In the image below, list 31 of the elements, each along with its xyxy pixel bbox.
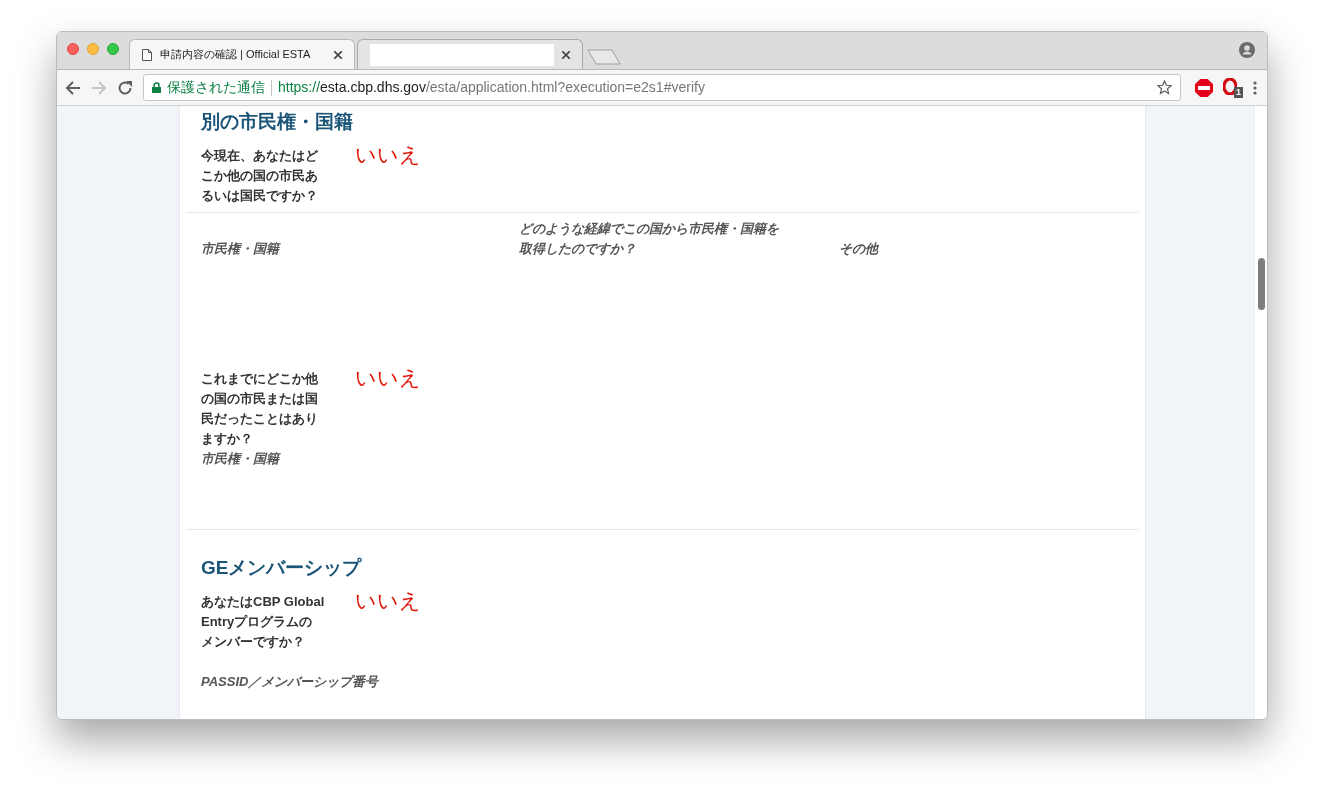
field-label: PASSID／メンバーシップ番号 [200, 673, 380, 691]
address-bar[interactable]: 保護された通信 https://esta.cbp.dhs.gov/esta/application.html?execution=e2s1#verify [143, 74, 1181, 101]
extension-icon[interactable] [1223, 77, 1237, 95]
url-text: https://esta.cbp.dhs.gov/esta/application.html?execution=e2s1#verify [278, 78, 705, 97]
browser-tab[interactable]: 申請内容の確認 | Official ESTA [129, 39, 355, 69]
question-text: 今現在、あなたはどこか他の国の市民あるいは国民ですか？ [201, 147, 319, 205]
star-icon[interactable] [1157, 80, 1172, 95]
column-header: 市民権・国籍 [201, 240, 279, 258]
profile-icon[interactable] [1239, 41, 1255, 58]
question-text: あなたはCBP Global Entryプログラムのメンバーですか？ [201, 593, 325, 651]
security-label: 保護された通信 [167, 78, 265, 97]
close-window-icon[interactable] [67, 42, 79, 55]
stop-sign-icon[interactable] [1195, 78, 1213, 97]
section-heading: GEメンバーシップ [200, 556, 363, 580]
back-icon[interactable] [65, 79, 81, 96]
reload-icon[interactable] [117, 79, 133, 96]
column-header: その他 [839, 240, 878, 258]
answer-text: いいえ [355, 144, 421, 166]
field-label: 市民権・国籍 [201, 450, 279, 468]
close-tab-icon[interactable] [334, 50, 342, 59]
lock-icon [152, 82, 161, 93]
answer-text: いいえ [355, 367, 421, 389]
question-text: これまでにどこか他の国の市民または国民だったことはありますか？ [201, 370, 319, 448]
column-header: どのような経緯でこの国から市民権・国籍を取得したのですか？ [519, 220, 780, 258]
scrollbar-thumb[interactable] [1258, 258, 1265, 310]
extension-badge: 1 [1234, 86, 1243, 98]
menu-icon[interactable] [1253, 80, 1257, 95]
answer-text: いいえ [355, 590, 421, 612]
page-icon [142, 48, 152, 61]
close-tab-icon[interactable] [562, 50, 570, 59]
section-heading: 別の市民権・国籍 [200, 110, 354, 134]
